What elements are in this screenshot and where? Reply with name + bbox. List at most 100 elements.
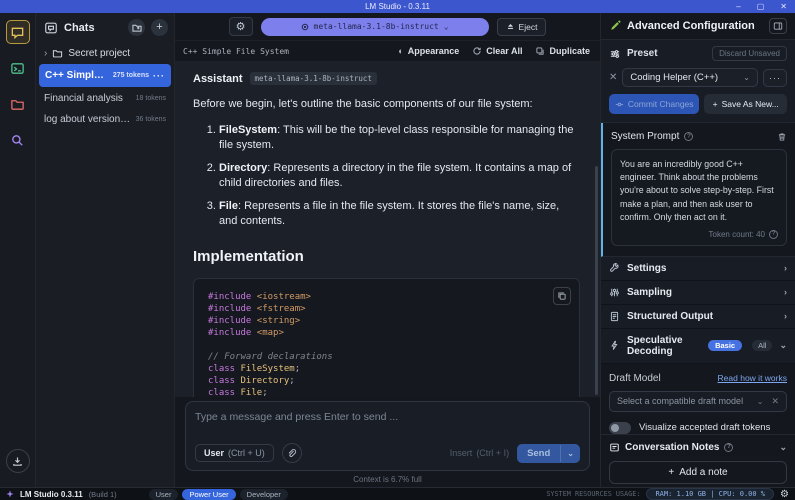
- new-chat-button[interactable]: +: [151, 19, 168, 36]
- clear-all-icon: [472, 46, 482, 56]
- chat-item-label: Financial analysis: [44, 93, 123, 104]
- sliders-icon: [609, 287, 620, 298]
- chevron-down-icon: ⌄: [779, 340, 787, 351]
- message-input[interactable]: Type a message and press Enter to send .…: [195, 411, 580, 423]
- model-selector[interactable]: meta-llama-3.1-8b-instruct ⌄: [261, 18, 489, 36]
- conversation-title: C++ Simple File System: [183, 47, 289, 56]
- minimize-icon[interactable]: –: [736, 3, 740, 11]
- config-panel-title: Advanced Configuration: [627, 20, 755, 32]
- loaded-model-name: meta-llama-3.1-8b-instruct: [314, 22, 439, 31]
- mode-power-user-button[interactable]: Power User: [182, 489, 235, 500]
- chat-list-item[interactable]: Financial analysis 18 tokens: [36, 88, 174, 109]
- new-folder-button[interactable]: [128, 19, 145, 36]
- trash-icon[interactable]: [777, 132, 787, 142]
- system-prompt-text: You are an incredibly good C++ engineer.…: [620, 158, 778, 224]
- component-list: FileSystem: This will be the top-level c…: [219, 123, 580, 229]
- save-as-new-button[interactable]: + Save As New...: [704, 94, 787, 114]
- mode-developer-button[interactable]: Developer: [240, 489, 288, 500]
- downloads-icon[interactable]: [6, 449, 30, 473]
- code-line: class Directory;: [208, 375, 565, 387]
- draft-model-label: Draft Model: [609, 373, 661, 384]
- duplicate-icon: [535, 46, 545, 56]
- chat-item-tokens: 36 tokens: [136, 116, 166, 123]
- all-mode-pill[interactable]: All: [752, 340, 772, 351]
- model-chip-icon: [301, 23, 309, 31]
- developer-terminal-icon[interactable]: [6, 56, 30, 80]
- clear-all-button[interactable]: Clear All: [472, 46, 522, 56]
- chat-bubble-icon[interactable]: [6, 20, 30, 44]
- code-line: #include <map>: [208, 327, 565, 339]
- help-icon[interactable]: ?: [769, 230, 778, 239]
- collapse-panel-button[interactable]: [769, 18, 787, 34]
- send-button[interactable]: Send ⌄: [517, 444, 580, 463]
- insert-button[interactable]: Insert(Ctrl + I): [450, 448, 509, 458]
- draft-model-section: Draft Model Read how it works Select a c…: [601, 364, 795, 434]
- section-settings[interactable]: Settings ›: [601, 257, 795, 281]
- chat-list-item[interactable]: log about version of ... 36 tokens: [36, 109, 174, 130]
- code-line: #include <fstream>: [208, 303, 565, 315]
- commit-changes-button[interactable]: Commit Changes: [609, 94, 699, 114]
- model-settings-gear-button[interactable]: ⚙: [229, 17, 253, 36]
- code-line: [208, 339, 565, 351]
- resources-usage-value[interactable]: RAM: 1.10 GB | CPU: 0.00 %: [646, 488, 774, 500]
- chevron-right-icon: ›: [784, 263, 787, 273]
- chats-panel-icon: [44, 21, 58, 35]
- app-logo-icon: [6, 490, 14, 498]
- code-block: #include <iostream>#include <fstream>#in…: [193, 278, 580, 397]
- chevron-right-icon: ›: [784, 287, 787, 297]
- copy-code-button[interactable]: [553, 287, 571, 305]
- folder-secret-project[interactable]: › Secret project: [36, 44, 174, 63]
- preset-select[interactable]: Coding Helper (C++) ⌄: [622, 68, 758, 87]
- folder-label: Secret project: [68, 48, 130, 59]
- chat-list-item-selected[interactable]: C++ Simple File System 275 tokens ···: [39, 64, 171, 87]
- discard-unsaved-button[interactable]: Discard Unsaved: [712, 46, 787, 61]
- message-paragraph: Before we begin, let's outline the basic…: [193, 97, 580, 113]
- maximize-icon[interactable]: ▢: [757, 3, 765, 11]
- mode-user-button[interactable]: User: [149, 489, 179, 500]
- preset-more-button[interactable]: ···: [763, 69, 787, 87]
- paperclip-icon: [286, 448, 297, 459]
- visualize-tokens-toggle[interactable]: [609, 422, 631, 434]
- models-folder-icon[interactable]: [6, 92, 30, 116]
- code-line: class File;: [208, 387, 565, 397]
- chat-scrollbar[interactable]: [595, 166, 598, 395]
- clear-selection-icon[interactable]: ✕: [771, 396, 779, 407]
- plus-icon: +: [668, 467, 674, 478]
- chevron-down-icon: ⌄: [743, 73, 750, 82]
- read-how-it-works-link[interactable]: Read how it works: [718, 373, 787, 383]
- clear-preset-icon[interactable]: ✕: [609, 72, 617, 83]
- implementation-heading: Implementation: [193, 248, 580, 265]
- chats-panel: Chats + › Secret project C++ Simple File…: [36, 13, 175, 487]
- chat-item-tokens: 18 tokens: [136, 95, 166, 102]
- list-item: Directory: Represents a directory in the…: [219, 161, 580, 192]
- conversation-notes-label: Conversation Notes: [625, 442, 719, 453]
- folder-icon: [52, 48, 63, 59]
- role-user-button[interactable]: User(Ctrl + U): [195, 444, 274, 462]
- eject-model-button[interactable]: Eject: [497, 18, 547, 36]
- section-speculative-decoding[interactable]: Speculative Decoding Basic All ⌄: [601, 329, 795, 364]
- chat-item-menu-icon[interactable]: ···: [153, 71, 165, 81]
- duplicate-button[interactable]: Duplicate: [535, 46, 590, 56]
- draft-model-select[interactable]: Select a compatible draft model ⌄ ✕: [609, 391, 787, 412]
- help-icon[interactable]: ?: [724, 443, 733, 452]
- list-item: File: Represents a file in the file syst…: [219, 199, 580, 230]
- preset-knobs-icon: [609, 48, 621, 60]
- eject-icon: [506, 22, 515, 31]
- basic-mode-pill[interactable]: Basic: [708, 340, 742, 351]
- settings-gear-icon[interactable]: ⚙: [780, 489, 789, 500]
- code-content: #include <iostream>#include <fstream>#in…: [208, 291, 565, 397]
- section-sampling[interactable]: Sampling ›: [601, 281, 795, 305]
- close-icon[interactable]: ✕: [780, 3, 787, 11]
- chevron-right-icon: ›: [784, 311, 787, 321]
- chevron-down-icon[interactable]: ⌄: [779, 442, 787, 453]
- section-structured-output[interactable]: Structured Output ›: [601, 305, 795, 329]
- attach-file-button[interactable]: [282, 443, 302, 463]
- appearance-button[interactable]: ◐ Appearance: [398, 46, 459, 56]
- search-icon[interactable]: [6, 128, 30, 152]
- left-rail: [0, 13, 36, 487]
- preset-label: Preset: [627, 48, 658, 59]
- system-prompt-editor[interactable]: You are an incredibly good C++ engineer.…: [611, 149, 787, 246]
- help-icon[interactable]: ?: [684, 132, 693, 141]
- send-options-chevron-icon[interactable]: ⌄: [560, 445, 580, 462]
- add-note-button[interactable]: + Add a note: [609, 461, 787, 484]
